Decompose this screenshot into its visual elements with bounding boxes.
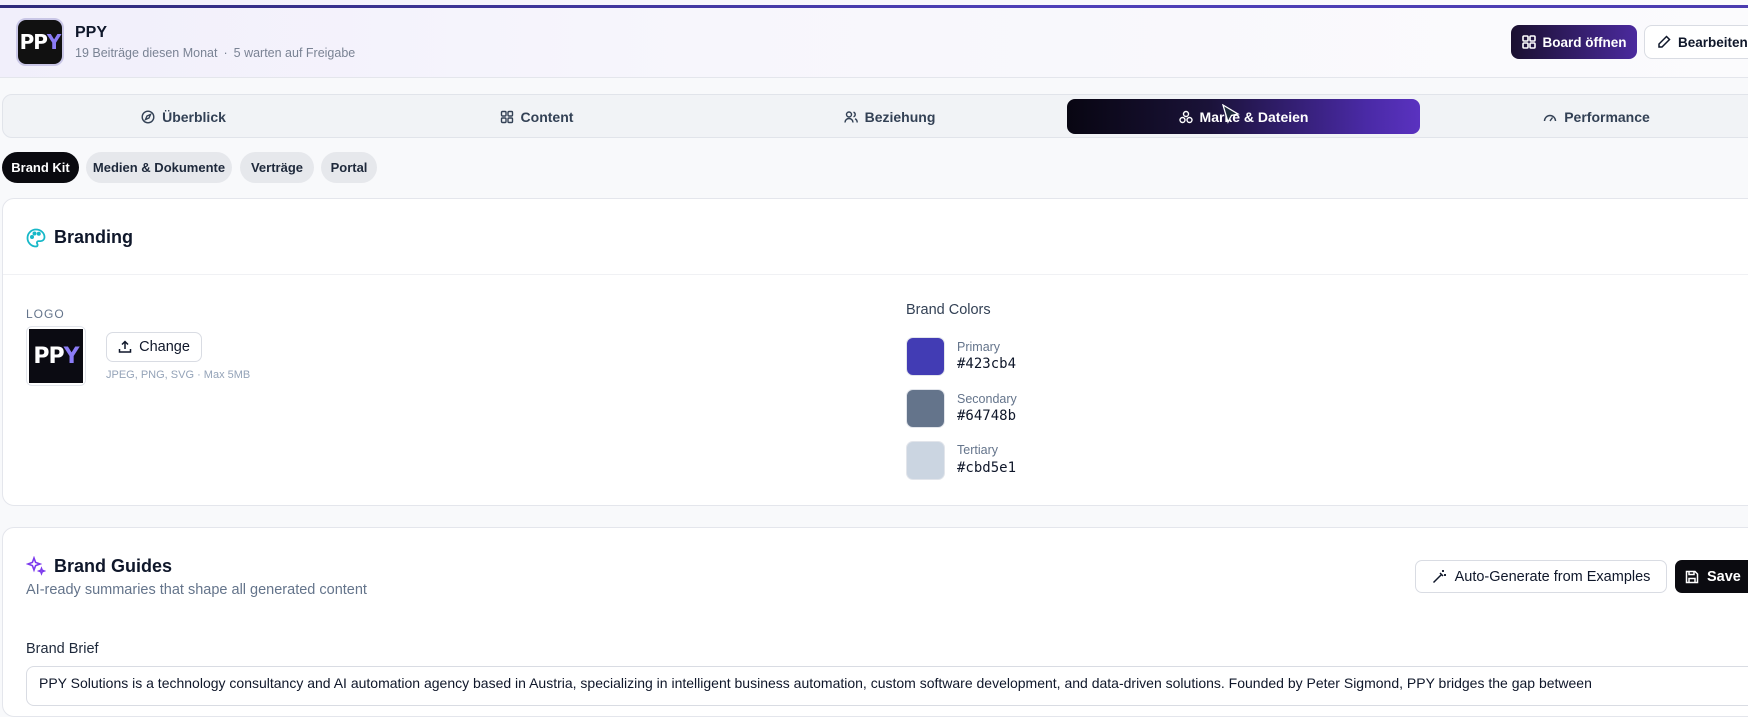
brand-brief-label: Brand Brief (26, 641, 99, 657)
tab-label: Beziehung (864, 108, 936, 125)
client-name: PPY (75, 24, 108, 41)
secondary-color-hex: #64748b (957, 408, 1017, 424)
brand-colors-title: Brand Colors (906, 302, 991, 318)
tab-marke-dateien[interactable]: Marke & Dateien (1067, 99, 1420, 134)
brand-brief-textarea[interactable]: PPY Solutions is a technology consultanc… (26, 666, 1748, 706)
magic-wand-icon (1432, 569, 1447, 584)
edit-label: Bearbeiten (1678, 34, 1748, 50)
file-format-hint: JPEG, PNG, SVG · Max 5MB (106, 369, 251, 381)
tab-label: Marke & Dateien (1199, 108, 1309, 125)
pending-count: 5 warten auf Freigabe (233, 46, 356, 60)
board-icon (1521, 35, 1536, 49)
open-board-button[interactable]: Board öffnen (1511, 25, 1637, 59)
brand-logo-image: PP Y (29, 329, 83, 383)
upload-icon (118, 340, 132, 354)
main-tabs: Überblick Content Beziehung Marke & Date… (2, 94, 1748, 138)
subtab-brand-kit[interactable]: Brand Kit (2, 152, 79, 183)
stats-separator: · (223, 46, 228, 60)
tab-performance[interactable]: Performance (1420, 99, 1748, 134)
users-icon (843, 110, 858, 124)
branding-title: Branding (54, 227, 133, 247)
subtab-medien-dokumente[interactable]: Medien & Dokumente (86, 152, 232, 183)
brand-guides-subtitle: AI-ready summaries that shape all genera… (26, 582, 367, 598)
secondary-color-swatch[interactable] (906, 389, 945, 428)
palette-icon (26, 228, 46, 248)
gauge-icon (1543, 110, 1557, 124)
tab-label: Überblick (162, 108, 226, 125)
save-button[interactable]: Save (1675, 560, 1748, 593)
compass-icon (141, 109, 155, 124)
posts-count: 19 Beiträge diesen Monat (75, 46, 218, 60)
tab-label: Content (520, 108, 574, 125)
accent-bar (0, 5, 1748, 8)
client-stats: 19 Beiträge diesen Monat · 5 warten auf Fr… (75, 46, 355, 60)
subtab-vertraege[interactable]: Verträge (240, 152, 314, 183)
tertiary-color-name: Tertiary (957, 443, 998, 457)
change-logo-button[interactable]: Change (106, 332, 202, 362)
edit-button[interactable]: Bearbeiten (1644, 25, 1748, 59)
change-label: Change (139, 339, 190, 355)
tab-beziehung[interactable]: Beziehung (713, 99, 1066, 134)
subtab-portal[interactable]: Portal (321, 152, 377, 183)
shapes-icon (1178, 110, 1193, 124)
divider (3, 274, 1748, 275)
mouse-cursor-icon (1222, 104, 1240, 126)
tab-ueberblick[interactable]: Überblick (7, 99, 360, 134)
auto-generate-button[interactable]: Auto-Generate from Examples (1415, 560, 1667, 593)
brand-guides-title: Brand Guides (54, 556, 173, 576)
open-board-label: Board öffnen (1542, 34, 1627, 50)
client-header (0, 0, 1748, 78)
tertiary-color-swatch[interactable] (906, 441, 945, 480)
brand-logo-preview[interactable]: PP Y (26, 326, 86, 386)
branding-card (2, 198, 1748, 506)
grid-icon (500, 110, 514, 124)
sparkles-icon (26, 556, 46, 576)
pencil-icon (1657, 35, 1671, 49)
client-logo: PP Y (16, 18, 64, 66)
tab-label: Performance (1564, 108, 1650, 125)
primary-color-swatch[interactable] (906, 337, 945, 376)
primary-color-name: Primary (957, 340, 1001, 354)
auto-generate-label: Auto-Generate from Examples (1454, 568, 1651, 585)
tertiary-color-hex: #cbd5e1 (957, 460, 1017, 476)
save-icon (1685, 570, 1699, 584)
primary-color-hex: #423cb4 (957, 356, 1017, 372)
logo-label: LOGO (26, 307, 65, 321)
tab-content[interactable]: Content (360, 99, 713, 134)
save-label: Save (1707, 568, 1741, 585)
secondary-color-name: Secondary (957, 392, 1017, 406)
